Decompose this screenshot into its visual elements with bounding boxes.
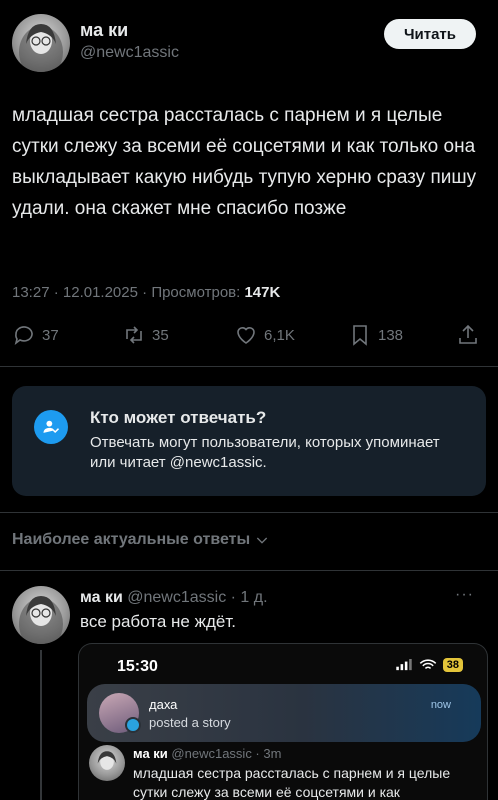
inner-handle-time: @newc1assic · 3m xyxy=(171,746,282,761)
tweet-date[interactable]: 12.01.2025 xyxy=(63,284,138,301)
divider xyxy=(0,366,498,367)
reply-author-avatar[interactable] xyxy=(12,586,70,644)
telegram-icon xyxy=(125,717,141,733)
reply-card-body: Отвечать могут пользователи, которых упо… xyxy=(90,434,440,471)
story-notification: даха posted a story now xyxy=(87,684,481,742)
inner-tweet-header: ма ки @newc1assic · 3m xyxy=(133,746,281,761)
bookmark-icon xyxy=(353,325,367,346)
inner-author-name: ма ки xyxy=(133,746,168,761)
reply-action[interactable]: 37 xyxy=(12,323,59,347)
inner-tweet-text: младшая сестра рассталась с парнем и я ц… xyxy=(133,765,451,800)
status-bar-icons: 38 xyxy=(395,658,463,672)
reply-count: 37 xyxy=(42,326,59,344)
author-avatar[interactable] xyxy=(12,14,70,72)
wifi-icon xyxy=(419,659,436,670)
notification-name: даха xyxy=(149,697,178,712)
like-count: 6,1K xyxy=(264,326,295,344)
battery-icon: 38 xyxy=(442,658,463,672)
mention-icon xyxy=(34,410,68,444)
signal-icon xyxy=(396,659,412,671)
notification-subtitle: posted a story xyxy=(149,715,231,730)
tweet-time[interactable]: 13:27 xyxy=(12,284,50,301)
tweet-meta: 13:27 · 12.01.2025 · Просмотров: 147K xyxy=(12,284,281,301)
share-action[interactable] xyxy=(456,323,480,347)
like-action[interactable]: 6,1K xyxy=(234,323,295,347)
repost-count: 35 xyxy=(152,326,169,344)
avatar-portrait-icon xyxy=(19,596,63,644)
inner-tweet-avatar xyxy=(89,745,125,781)
tweet-text: младшая сестра рассталась с парнем и я ц… xyxy=(12,105,477,219)
more-options-icon[interactable]: ··· xyxy=(455,586,474,604)
replies-sort-dropdown[interactable]: Наиболее актуальные ответы xyxy=(12,531,270,549)
author-name[interactable]: ма ки xyxy=(80,20,128,41)
who-can-reply-card: Кто может отвечать? Отвечать могут польз… xyxy=(12,386,486,496)
notification-time: now xyxy=(430,699,451,711)
bookmark-action[interactable]: 138 xyxy=(348,323,403,347)
replies-sort-label: Наиболее актуальные ответы xyxy=(12,531,251,548)
divider xyxy=(0,570,498,571)
avatar-portrait-icon xyxy=(97,751,117,770)
thread-line xyxy=(40,650,42,800)
repost-action[interactable]: 35 xyxy=(122,323,169,347)
bookmark-count: 138 xyxy=(378,326,404,344)
attached-image[interactable]: 15:30 38 даха posted a story now ма ки @… xyxy=(78,643,488,800)
views-count[interactable]: 147K xyxy=(244,284,280,301)
follow-button[interactable]: Читать xyxy=(384,19,476,49)
views-label: Просмотров: xyxy=(151,284,241,301)
reply-text: все работа не ждёт. xyxy=(80,612,236,631)
heart-icon xyxy=(237,327,255,344)
repost-icon xyxy=(126,326,142,344)
share-icon xyxy=(459,324,477,344)
divider xyxy=(0,512,498,513)
reply-icon xyxy=(14,326,33,345)
avatar-portrait-icon xyxy=(19,24,63,72)
reply-header: ма ки @newc1assic · 1 д. xyxy=(80,589,268,607)
reply-handle-time[interactable]: @newc1assic · 1 д. xyxy=(127,589,267,606)
author-handle[interactable]: @newc1assic xyxy=(80,44,179,62)
reply-author-name[interactable]: ма ки xyxy=(80,589,123,606)
status-bar-time: 15:30 xyxy=(117,658,158,675)
chevron-down-icon xyxy=(257,537,268,544)
reply-card-title: Кто может отвечать? xyxy=(90,408,267,427)
